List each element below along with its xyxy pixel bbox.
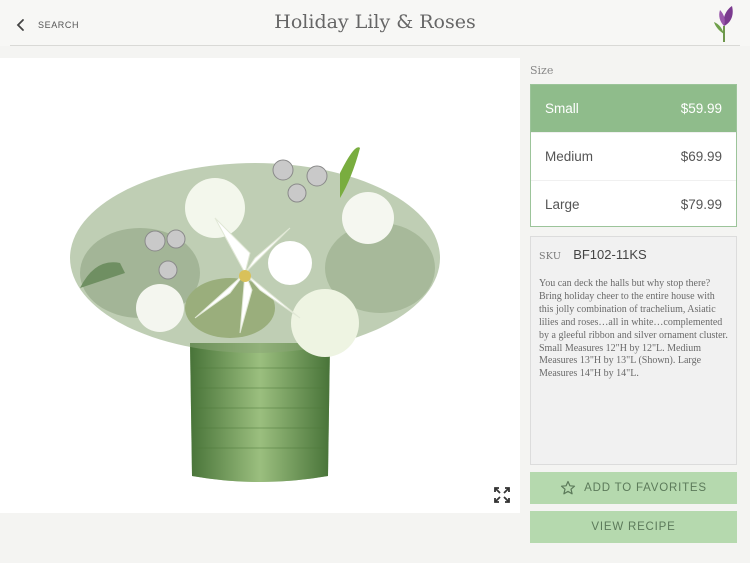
size-options: Small $59.99 Medium $69.99 Large $79.99 bbox=[530, 84, 737, 227]
top-bar: SEARCH Holiday Lily & Roses bbox=[0, 0, 750, 46]
recipe-label: VIEW RECIPE bbox=[591, 521, 676, 533]
tulip-logo-icon bbox=[714, 6, 733, 42]
favorites-label: ADD TO FAVORITES bbox=[584, 482, 707, 494]
size-label: Size bbox=[530, 64, 554, 77]
product-image[interactable] bbox=[0, 58, 520, 513]
sku-label: SKU bbox=[539, 251, 562, 262]
product-info-panel: SKU BF102-11KS You can deck the halls bu… bbox=[530, 236, 737, 465]
size-price: $59.99 bbox=[680, 101, 722, 116]
size-name: Large bbox=[545, 197, 580, 212]
page-title: Holiday Lily & Roses bbox=[274, 11, 476, 33]
add-to-favorites-button[interactable]: ADD TO FAVORITES bbox=[530, 472, 737, 504]
sku-line: SKU BF102-11KS bbox=[539, 247, 728, 262]
size-name: Small bbox=[545, 101, 579, 116]
bouquet-illustration bbox=[70, 147, 440, 482]
size-option-small[interactable]: Small $59.99 bbox=[531, 85, 736, 133]
sku-value: BF102-11KS bbox=[573, 247, 647, 262]
expand-icon[interactable] bbox=[493, 486, 511, 504]
product-description: You can deck the halls but why stop ther… bbox=[539, 278, 728, 380]
size-price: $69.99 bbox=[680, 149, 722, 164]
size-option-large[interactable]: Large $79.99 bbox=[531, 181, 736, 228]
star-icon bbox=[561, 480, 576, 495]
size-name: Medium bbox=[545, 149, 594, 164]
header-divider bbox=[10, 45, 740, 46]
view-recipe-button[interactable]: VIEW RECIPE bbox=[530, 511, 737, 543]
size-price: $79.99 bbox=[680, 197, 722, 212]
size-option-medium[interactable]: Medium $69.99 bbox=[531, 133, 736, 181]
